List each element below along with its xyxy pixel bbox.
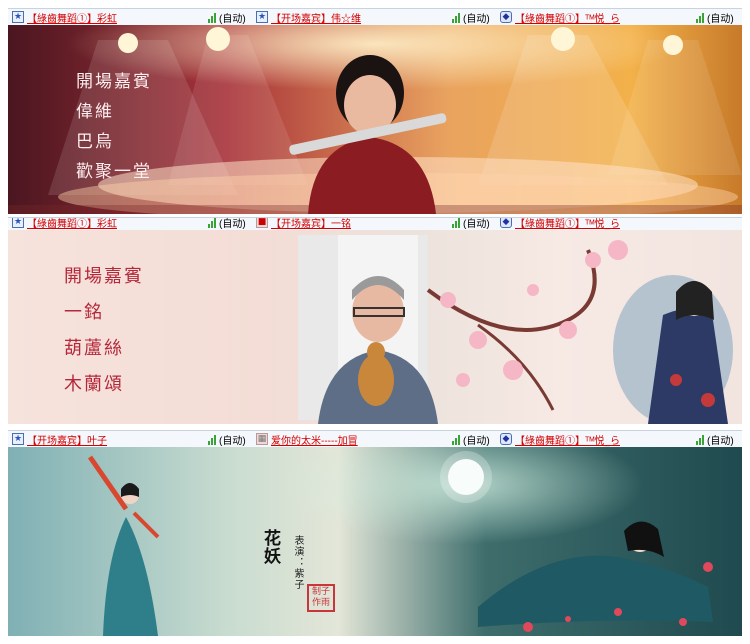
status-text: (自动) [219,435,246,447]
participant-name-link[interactable]: 【开场嘉宾】伟☆维 [271,10,361,25]
dancer-figure-illustration [613,275,733,424]
participant-slot[interactable]: ★ 【开场嘉宾】叶子 [12,431,107,447]
participant-bar-2: ★ 【綠齒舞蹈①】彩虹 (自动) ■ 【开场嘉宾】一铭 (自动) ◆ 【綠齒舞蹈… [8,217,742,231]
signal-status: (自动) [448,218,490,230]
participant-name-link[interactable]: 【开场嘉宾】一铭 [271,218,351,230]
caption-line: 葫蘆絲 [64,338,124,359]
status-text: (自动) [463,435,490,447]
dancer-figure-illustration [87,455,160,636]
signal-strength-icon [452,218,460,228]
status-text: (自动) [219,218,246,230]
status-text: (自动) [707,13,734,25]
shield-badge-icon: ◆ [500,11,512,23]
status-text: (自动) [707,435,734,447]
caption-line: 偉維 [76,102,114,122]
status-text: (自动) [463,13,490,25]
shield-badge-icon: ◆ [500,218,512,228]
video-stage-2: 開場嘉賓 一銘 葫蘆絲 木蘭頌 [8,230,742,424]
participant-name-link[interactable]: 【綠齒舞蹈①】ᵀᴹ悦_ら [515,10,620,25]
signal-strength-icon [696,434,704,445]
camera-badge-icon: ■ [256,217,268,228]
participant-bar-3: ★ 【开场嘉宾】叶子 (自动) ▦ 爱你的太米-----加冒 (自动) ◆ 【綠… [8,430,742,448]
participant-slot[interactable]: ◆ 【綠齒舞蹈①】ᵀᴹ悦_ら [500,9,620,25]
participant-name-link[interactable]: 爱你的太米-----加冒 [271,432,358,447]
signal-strength-icon [208,12,216,23]
participant-slot[interactable]: ■ 【开场嘉宾】一铭 [256,217,351,230]
signal-strength-icon [208,218,216,228]
participant-name-link[interactable]: 【綠齒舞蹈①】彩虹 [27,218,117,230]
participant-name-link[interactable]: 【綠齒舞蹈①】彩虹 [27,10,117,25]
participant-bar-1: ★ 【綠齒舞蹈①】彩虹 (自动) ★ 【开场嘉宾】伟☆维 (自动) ◆ 【綠齒舞… [8,8,742,26]
signal-strength-icon [452,434,460,445]
participant-slot[interactable]: ★ 【綠齒舞蹈①】彩虹 [12,217,117,230]
participant-slot[interactable]: ★ 【开场嘉宾】伟☆维 [256,9,361,25]
status-text: (自动) [219,13,246,25]
caption-line: 歡聚一堂 [76,162,152,182]
signal-strength-icon [452,12,460,23]
poster-performer: 表演：紫子 [292,535,303,590]
reclining-figure-illustration [478,521,713,627]
participant-name-link[interactable]: 【綠齒舞蹈①】ᵀᴹ悦_ら [515,218,620,230]
performer-silhouette [289,55,447,214]
stage-lights-illustration [8,27,742,214]
star-badge-icon: ★ [12,433,24,445]
star-badge-icon: ★ [12,217,24,228]
signal-status: (自动) [692,431,734,447]
video-stage-1: 開場嘉賓 偉維 巴烏 歡聚一堂 [8,25,742,214]
star-badge-icon: ★ [12,11,24,23]
star-badge-icon: ★ [256,11,268,23]
caption-line: 開場嘉賓 [64,266,144,287]
avatar-badge-icon: ▦ [256,433,268,445]
video-stage-3: 花妖 表演：紫子 制子作雨 [8,447,742,636]
signal-status: (自动) [692,9,734,25]
status-text: (自动) [463,218,490,230]
video-panel-1: ★ 【綠齒舞蹈①】彩虹 (自动) ★ 【开场嘉宾】伟☆维 (自动) ◆ 【綠齒舞… [8,8,742,214]
caption-line: 開場嘉賓 [76,72,152,92]
flower-fairy-illustration [87,451,713,636]
participant-slot[interactable]: ◆ 【綠齒舞蹈①】ᵀᴹ悦_ら [500,431,620,447]
signal-strength-icon [696,12,704,23]
participant-name-link[interactable]: 【开场嘉宾】叶子 [27,432,107,447]
poster-title: 花妖 [260,529,280,565]
caption-line: 木蘭頌 [64,374,124,395]
participant-slot[interactable]: ★ 【綠齒舞蹈①】彩虹 [12,9,117,25]
shield-badge-icon: ◆ [500,433,512,445]
signal-strength-icon [208,434,216,445]
participant-slot[interactable]: ▦ 爱你的太米-----加冒 [256,431,358,447]
video-panel-2: ★ 【綠齒舞蹈①】彩虹 (自动) ■ 【开场嘉宾】一铭 (自动) ◆ 【綠齒舞蹈… [8,217,742,424]
participant-slot[interactable]: ◆ 【綠齒舞蹈①】ᵀᴹ悦_ら [500,218,620,230]
signal-status: (自动) [204,218,246,230]
participant-name-link[interactable]: 【綠齒舞蹈①】ᵀᴹ悦_ら [515,432,620,447]
signal-status: (自动) [448,9,490,25]
video-panel-3: ★ 【开场嘉宾】叶子 (自动) ▦ 爱你的太米-----加冒 (自动) ◆ 【綠… [8,430,742,636]
caption-line: 巴烏 [76,132,114,152]
signal-status: (自动) [448,431,490,447]
signal-status: (自动) [204,431,246,447]
signal-status: (自动) [204,9,246,25]
caption-line: 一銘 [64,302,104,323]
seal-stamp: 制子作雨 [311,587,330,608]
